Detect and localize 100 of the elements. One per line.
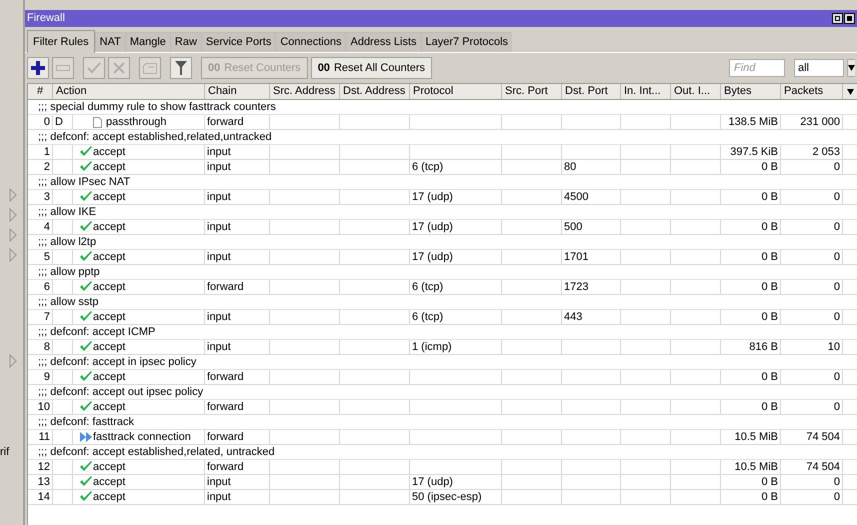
tab[interactable]: Raw (170, 32, 201, 52)
panel-label: rif (0, 445, 10, 460)
rule-comment: ;;; allow l2tp (38, 236, 96, 248)
tab[interactable]: Address Lists (345, 32, 421, 52)
checkmark-icon (79, 191, 93, 203)
table-cell: 0 (781, 160, 843, 174)
table-cell: 0 B (721, 250, 781, 264)
filter-icon (175, 61, 187, 75)
table-cell: 17 (udp) (410, 475, 502, 489)
rule-comment: ;;; defconf: accept established,related, untracked (38, 446, 275, 458)
table-cell: 17 (udp) (410, 250, 502, 264)
tab[interactable]: Mangle (124, 32, 170, 52)
scope-field[interactable]: all (794, 59, 844, 77)
tab[interactable]: Filter Rules (27, 30, 95, 53)
triangle-icon[interactable] (9, 354, 17, 368)
caret-icon (846, 88, 854, 94)
table-cell: 12 (28, 460, 53, 474)
table-cell: 4 (28, 220, 53, 234)
rule-comment: ;;; defconf: accept ICMP (38, 326, 156, 338)
table-cell: accept (93, 490, 126, 504)
table-cell: 0 B (721, 190, 781, 204)
table-cell: 1 (icmp) (410, 340, 502, 354)
table-cell: 0 (781, 190, 843, 204)
table-cell: 10 (781, 340, 843, 354)
restore-icon[interactable] (832, 13, 843, 24)
table-cell: 6 (tcp) (410, 310, 502, 324)
column-header[interactable]: Packets (781, 84, 843, 99)
table-cell: input (205, 490, 270, 504)
find-field[interactable]: Find (729, 59, 785, 77)
table-cell: 8 (28, 340, 53, 354)
checkmark-icon (79, 311, 93, 323)
table-cell: 0 (781, 220, 843, 234)
column-header[interactable]: Bytes (721, 84, 781, 99)
rule-comment: ;;; defconf: fasttrack (38, 416, 134, 428)
column-header[interactable]: Chain (205, 84, 270, 99)
checkmark-icon (79, 341, 93, 353)
column-header[interactable]: Dst. Address (340, 84, 410, 99)
table-cell: 4500 (562, 190, 621, 204)
column-header[interactable]: Protocol (410, 84, 502, 99)
table-cell: forward (205, 280, 270, 294)
rule-comment: ;;; allow IKE (38, 206, 96, 218)
column-header[interactable]: Action (53, 84, 205, 99)
reset-counters-button[interactable]: 00 Reset All Counters (310, 57, 432, 79)
triangle-icon[interactable] (9, 248, 17, 262)
table-cell: input (205, 310, 270, 324)
tab[interactable]: Layer7 Protocols (420, 32, 512, 52)
table-cell: accept (93, 460, 126, 474)
column-header[interactable]: In. Int... (621, 84, 671, 99)
tab[interactable]: NAT (94, 32, 125, 52)
table-cell: 0 B (721, 370, 781, 384)
triangle-icon[interactable] (9, 228, 17, 242)
checkmark-icon (79, 221, 93, 233)
table-cell: 9 (28, 370, 53, 384)
rule-comment: ;;; defconf: accept established,related,untracked (38, 131, 272, 143)
checkmark-icon (79, 461, 93, 473)
close-icon[interactable] (844, 13, 855, 24)
table-cell: accept (93, 190, 126, 204)
rule-comment: ;;; allow IPsec NAT (38, 176, 130, 188)
table-cell: 0 B (721, 400, 781, 414)
table-cell: 11 (28, 430, 53, 444)
table-cell: 74 504 (781, 430, 843, 444)
note-icon (143, 62, 157, 74)
table-cell: 0 (781, 400, 843, 414)
triangle-icon[interactable] (9, 208, 17, 222)
table-cell: 231 000 (781, 115, 843, 129)
table-cell: forward (205, 400, 270, 414)
column-header[interactable]: Src. Address (270, 84, 340, 99)
table-cell: 50 (ipsec-esp) (410, 490, 502, 504)
checkmark-icon (79, 491, 93, 503)
table-cell: input (205, 340, 270, 354)
table-cell: 0 B (721, 490, 781, 504)
table-cell: 0 B (721, 475, 781, 489)
table-cell: forward (205, 115, 270, 129)
table-cell: input (205, 220, 270, 234)
table-cell: 0 B (721, 280, 781, 294)
filter-button[interactable] (170, 57, 192, 79)
cross-icon (113, 62, 125, 74)
column-header[interactable]: # (28, 84, 53, 99)
rule-comment: ;;; defconf: accept in ipsec policy (38, 356, 196, 368)
table-cell: 6 (28, 280, 53, 294)
dropdown-button[interactable] (847, 59, 855, 77)
column-header[interactable]: Out. I... (671, 84, 721, 99)
table-cell: input (205, 250, 270, 264)
table-cell: accept (93, 160, 126, 174)
add-button[interactable] (27, 57, 49, 79)
table-cell: 10.5 MiB (721, 430, 781, 444)
table-cell: accept (93, 370, 126, 384)
table-cell: 443 (562, 310, 621, 324)
tab[interactable]: Service Ports (200, 32, 276, 52)
table-cell: 10 (28, 400, 53, 414)
column-header[interactable]: Src. Port (502, 84, 562, 99)
column-header[interactable]: Dst. Port (562, 84, 621, 99)
checkmark-icon (79, 371, 93, 383)
table-cell: 0 (781, 280, 843, 294)
tab[interactable]: Connections (275, 32, 346, 52)
table-cell: 1723 (562, 280, 621, 294)
fast-forward-icon (79, 432, 93, 442)
table-cell: 2 (28, 160, 53, 174)
triangle-icon[interactable] (9, 188, 17, 202)
table-cell: passthrough (106, 115, 167, 129)
